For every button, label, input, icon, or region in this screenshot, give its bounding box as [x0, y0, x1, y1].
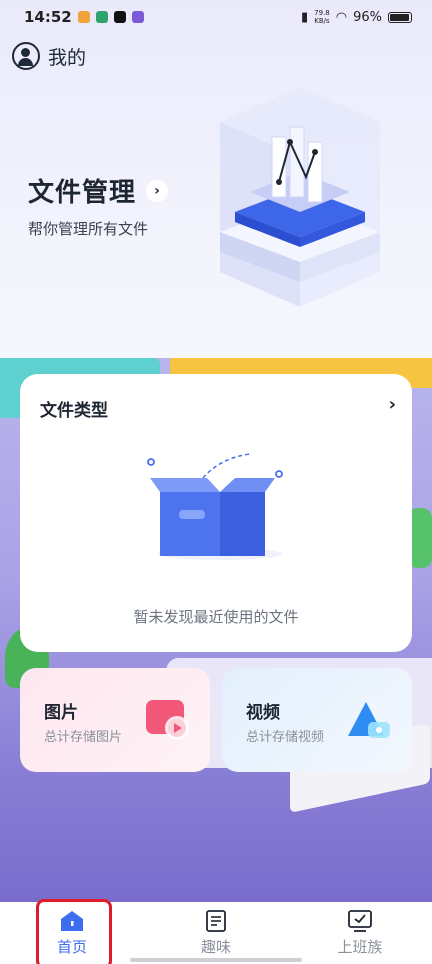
tab-home[interactable]: 首页	[0, 902, 144, 964]
status-time: 14:52	[24, 8, 72, 26]
file-stack-illustration	[220, 87, 380, 307]
notification-app-icon	[95, 11, 108, 23]
bottom-navigation: 首页 趣味 上班族	[0, 902, 432, 964]
checkbox-board-icon	[348, 909, 372, 932]
document-icon	[206, 909, 226, 932]
file-manager-entry[interactable]: 文件管理 ›	[28, 172, 169, 209]
home-icon	[61, 910, 83, 931]
file-type-card[interactable]: 文件类型 › 暂未发现最近使用的文件	[20, 374, 412, 652]
battery-icon	[388, 11, 412, 23]
tab-office-worker-label: 上班族	[337, 937, 383, 956]
images-subtitle: 总计存储图片	[44, 730, 123, 745]
tab-fun[interactable]: 趣味	[144, 902, 288, 964]
empty-box-icon	[147, 453, 283, 560]
tab-home-label: 首页	[56, 937, 87, 956]
image-icon	[146, 700, 189, 740]
file-manager-subtitle: 帮你管理所有文件	[28, 220, 149, 238]
notification-app-icon	[113, 11, 126, 23]
profile-label: 我的	[48, 46, 87, 69]
chevron-right-icon: ›	[146, 179, 169, 202]
videos-subtitle: 总计存储视频	[246, 730, 325, 745]
hero-section: 我的 文件管理 › 帮你管理所有文件	[0, 0, 432, 360]
tab-fun-label: 趣味	[200, 937, 231, 956]
video-icon	[348, 702, 390, 738]
user-avatar-icon	[12, 42, 40, 70]
net-speed: 79.8 KB/s	[314, 9, 330, 25]
notification-app-icon	[77, 11, 90, 23]
wifi-icon: ◠	[335, 9, 348, 25]
images-title: 图片	[44, 703, 78, 723]
videos-card[interactable]: 视频 总计存储视频	[222, 668, 412, 772]
file-type-title: 文件类型	[40, 401, 108, 421]
tab-office-worker[interactable]: 上班族	[288, 902, 432, 964]
images-card[interactable]: 图片 总计存储图片	[20, 668, 210, 772]
vibrate-icon: ▮	[301, 9, 309, 25]
file-manager-title: 文件管理	[28, 178, 137, 208]
videos-title: 视频	[246, 703, 280, 723]
status-bar: 14:52 ▮ 79.8 KB/s ◠ 96%	[0, 0, 432, 34]
battery-percent: 96%	[353, 9, 382, 25]
empty-state-text: 暂未发现最近使用的文件	[133, 608, 299, 626]
gesture-bar[interactable]	[130, 958, 302, 962]
profile-button[interactable]: 我的	[12, 42, 86, 70]
notification-app-icon	[131, 11, 144, 23]
chevron-right-icon[interactable]: ›	[389, 394, 396, 415]
